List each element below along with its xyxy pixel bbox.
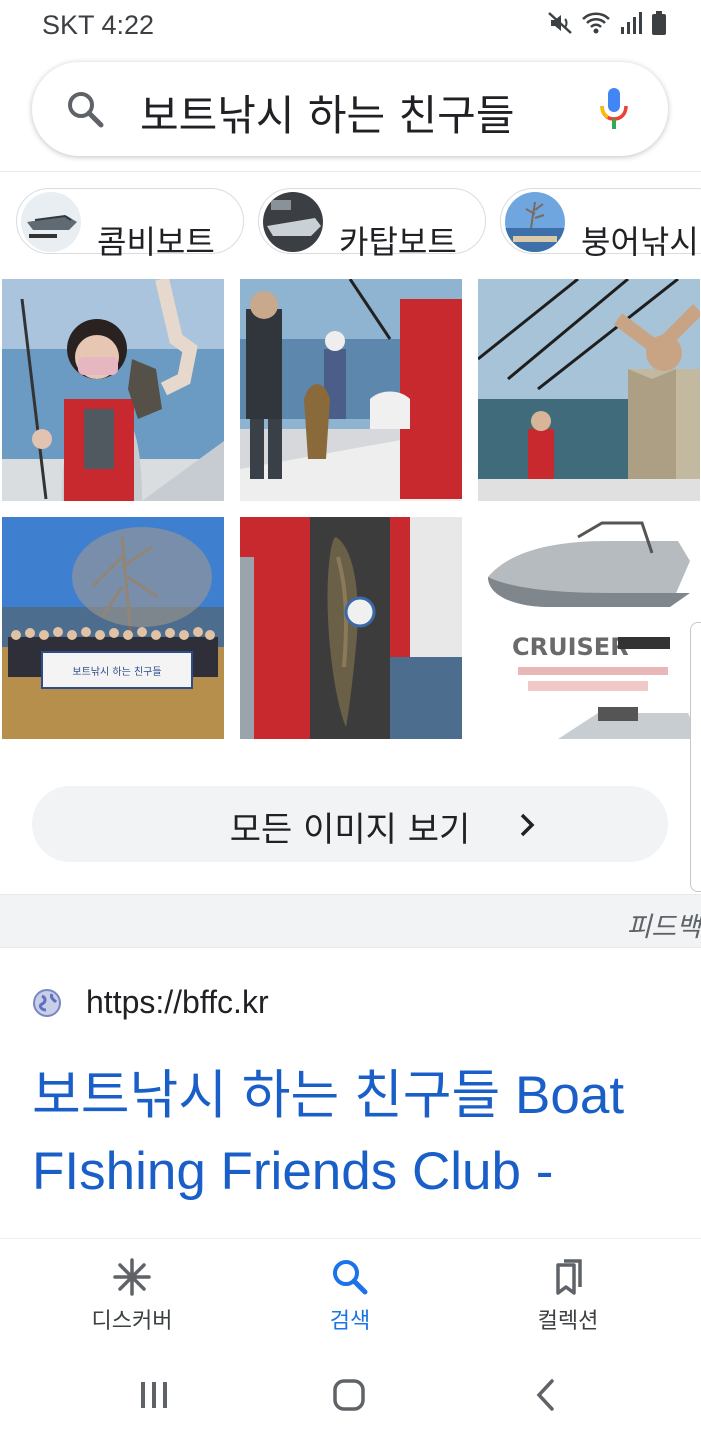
signal-icon xyxy=(621,12,642,34)
mic-icon[interactable] xyxy=(598,86,630,132)
search-box[interactable]: 보트낚시 하는 친구들 xyxy=(32,62,668,156)
mute-icon xyxy=(548,12,572,34)
chip-label: 콤비보트 xyxy=(97,223,215,258)
nav-label: 디스커버 xyxy=(91,1309,173,1334)
feedback-bar: 피드백 xyxy=(0,894,701,948)
cruiser-text: CRUISER xyxy=(512,633,629,661)
search-icon xyxy=(333,1260,368,1295)
chip-thumbnail xyxy=(21,192,81,252)
chip-label: 붕어낚시 xyxy=(581,223,699,258)
status-time: SKT 4:22 xyxy=(42,10,155,40)
image-result[interactable] xyxy=(240,517,462,739)
nav-collections[interactable]: 컬렉션 xyxy=(498,1257,638,1335)
image-result[interactable] xyxy=(240,279,462,501)
chip-combi-boat[interactable]: 콤비보트 xyxy=(16,188,244,258)
discover-icon xyxy=(113,1258,151,1296)
recent-apps-icon[interactable] xyxy=(138,1380,170,1410)
chip-thumbnail xyxy=(505,192,565,252)
see-all-label: 모든 이미지 보기 xyxy=(229,810,471,850)
home-icon[interactable] xyxy=(332,1378,366,1412)
feedback-link[interactable]: 피드백 xyxy=(626,905,701,944)
chip-thumbnail xyxy=(263,192,323,252)
image-result[interactable]: 보트낚시 하는 친구들 xyxy=(2,517,224,739)
banner-text: 보트낚시 하는 친구들 xyxy=(72,665,161,678)
nav-search[interactable]: 검색 xyxy=(280,1257,420,1335)
collections-icon xyxy=(556,1259,582,1295)
image-result[interactable]: CRUISER xyxy=(478,517,700,739)
nav-discover[interactable]: 디스커버 xyxy=(62,1257,202,1335)
result-url[interactable]: https://bffc.kr xyxy=(86,984,269,1021)
chip-label: 카탑보트 xyxy=(339,223,457,258)
related-chips: 콤비보트 카탑보트 붕어낚시 xyxy=(16,188,701,258)
scroll-handle[interactable] xyxy=(690,622,701,892)
image-result[interactable] xyxy=(478,279,700,501)
globe-icon xyxy=(33,989,61,1017)
system-nav-bar xyxy=(0,1348,701,1440)
wifi-icon xyxy=(582,12,610,34)
search-input[interactable]: 보트낚시 하는 친구들 xyxy=(140,82,514,143)
nav-label: 검색 xyxy=(329,1309,371,1334)
battery-icon xyxy=(652,11,666,35)
image-result[interactable] xyxy=(2,279,224,501)
search-icon[interactable] xyxy=(66,90,106,130)
status-bar: SKT 4:22 xyxy=(0,0,701,50)
chip-cartop-boat[interactable]: 카탑보트 xyxy=(258,188,486,258)
divider xyxy=(0,171,701,172)
bottom-nav: 디스커버 검색 컬렉션 xyxy=(0,1238,701,1349)
back-icon[interactable] xyxy=(534,1378,556,1412)
nav-label: 컬렉션 xyxy=(537,1309,599,1334)
result-title-link[interactable]: 보트낚시 하는 친구들 Boat FIshing Friends Club - xyxy=(32,1058,682,1210)
see-all-images-button[interactable]: 모든 이미지 보기 xyxy=(32,786,668,862)
chip-carp-fishing[interactable]: 붕어낚시 xyxy=(500,188,701,258)
chevron-right-icon xyxy=(520,813,535,837)
status-icons xyxy=(547,10,667,36)
